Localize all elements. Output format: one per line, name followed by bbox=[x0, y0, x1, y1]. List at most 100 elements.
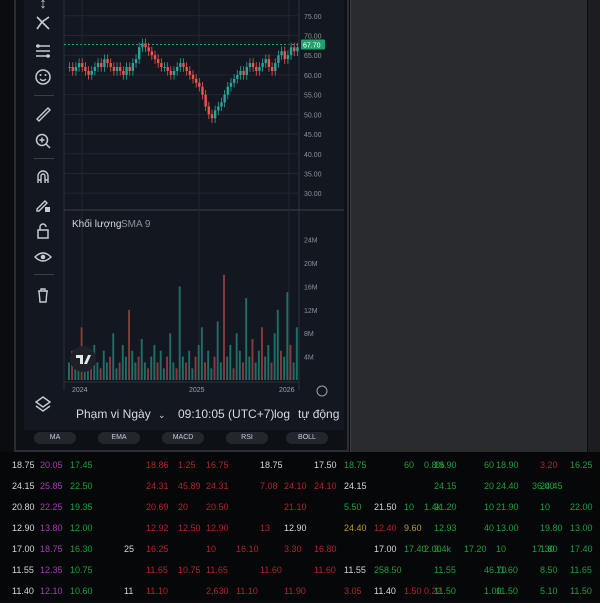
volume-bar bbox=[238, 350, 241, 380]
table-cell: 24.10 bbox=[314, 481, 337, 491]
table-row[interactable]: 17.00 18.75 16.30 25 16.25 10 16.10 3.30 16.80 17… bbox=[0, 539, 600, 561]
volume-bar bbox=[153, 344, 156, 380]
table-cell: 11.55 bbox=[434, 565, 456, 575]
indicator-chip-boll[interactable]: BOLL bbox=[286, 432, 328, 444]
volume-bar bbox=[181, 356, 184, 380]
clock-time: 09:10:05 (UTC+7) bbox=[178, 407, 275, 421]
layers-icon[interactable] bbox=[32, 393, 54, 415]
candle-body bbox=[191, 74, 195, 79]
volume-bar bbox=[169, 333, 172, 380]
table-cell: 18.90 bbox=[434, 460, 457, 470]
pencil-lock-icon[interactable] bbox=[32, 194, 54, 216]
ruler-icon[interactable] bbox=[32, 103, 54, 125]
candle-body bbox=[144, 43, 147, 48]
candle-body bbox=[169, 70, 173, 75]
candle-body bbox=[283, 51, 286, 60]
magnet-icon[interactable] bbox=[32, 166, 54, 188]
right-edge-strip bbox=[588, 0, 600, 452]
indicator-chip-ma[interactable]: MA bbox=[34, 432, 76, 444]
table-cell: 5.50 bbox=[344, 502, 362, 512]
candle-body bbox=[119, 67, 122, 71]
price-tick-label: 45.00 bbox=[304, 132, 322, 139]
volume-bar bbox=[197, 344, 200, 380]
candle-body bbox=[185, 67, 188, 71]
eye-icon[interactable] bbox=[32, 246, 54, 268]
table-cell: 10 bbox=[496, 544, 507, 554]
candle-body bbox=[236, 74, 239, 79]
table-row[interactable]: 11.55 12.35 10.75 11.65 10.75 11.65 11.60 11.60… bbox=[0, 560, 600, 582]
table-cell: 19.80 bbox=[540, 523, 563, 533]
table-cell: 24.10 bbox=[284, 481, 307, 491]
volume-bar bbox=[200, 327, 203, 380]
table-cell: 20.80 bbox=[12, 502, 35, 512]
price-tick-label: 75.00 bbox=[304, 14, 322, 21]
table-cell: 12.50 bbox=[178, 523, 201, 533]
price-board-table: 18.75 20.05 17.45 18.86 1.25 16.75 18.75 17.50 1… bbox=[0, 452, 600, 600]
price-tick-label: 55.00 bbox=[304, 93, 322, 100]
candle-body bbox=[207, 106, 211, 115]
table-cell: 24.45 bbox=[540, 481, 563, 491]
volume-bar bbox=[245, 298, 248, 380]
candle-body bbox=[100, 63, 103, 68]
table-cell: 11.65 bbox=[206, 565, 228, 575]
volume-bar bbox=[134, 362, 137, 380]
price-tick-label: 40.00 bbox=[304, 152, 322, 159]
table-cell: 24.40 bbox=[344, 523, 367, 533]
trash-icon[interactable] bbox=[32, 284, 54, 306]
trend-line-icon[interactable] bbox=[32, 12, 54, 34]
fib-icon[interactable] bbox=[32, 40, 54, 62]
time-tick-label: 2024 bbox=[72, 387, 88, 394]
table-cell: 17.00 bbox=[374, 544, 397, 554]
candle-body bbox=[198, 82, 201, 87]
indicator-chip-ema[interactable]: EMA bbox=[98, 432, 140, 444]
candle-body bbox=[131, 63, 135, 71]
table-row[interactable]: 12.90 13.80 12.00 12.92 12.50 12.90 13 12.90 24.… bbox=[0, 518, 600, 540]
table-cell: 21.10 bbox=[284, 502, 307, 512]
table-row[interactable]: 24.15 25.85 22.50 24.31 45.89 24.31 7.08 24.10 2… bbox=[0, 476, 600, 498]
volume-bar bbox=[150, 356, 153, 380]
table-cell: 11.10 bbox=[236, 586, 258, 596]
volume-bar bbox=[124, 356, 127, 380]
table-cell: 10 bbox=[206, 544, 217, 554]
table-row[interactable]: 20.80 22.25 19.35 20.69 20 20.50 21.10 5.50 21.5… bbox=[0, 497, 600, 519]
indicator-chip-rsi[interactable]: RSI bbox=[226, 432, 268, 444]
candle-body bbox=[175, 67, 179, 71]
volume-bar bbox=[251, 339, 254, 380]
table-cell: 12.10 bbox=[40, 586, 63, 596]
volume-bar bbox=[188, 350, 191, 380]
candle-body bbox=[220, 102, 223, 107]
indicator-chip-macd[interactable]: MACD bbox=[162, 432, 204, 444]
table-cell: 16.25 bbox=[146, 544, 169, 554]
table-cell: 16.10 bbox=[236, 544, 259, 554]
volume-sma-label: SMA 9 bbox=[121, 219, 151, 230]
table-cell: 17.20 bbox=[464, 544, 487, 554]
candle-body bbox=[194, 78, 198, 83]
table-cell: 12.90 bbox=[206, 523, 229, 533]
zoom-in-icon[interactable] bbox=[32, 130, 54, 152]
scroll-to-end-icon bbox=[316, 385, 328, 397]
candle-body bbox=[96, 63, 100, 68]
table-cell: 12.35 bbox=[40, 565, 63, 575]
candle-body bbox=[270, 67, 274, 71]
volume-bar bbox=[112, 333, 115, 380]
candle-body bbox=[122, 70, 125, 75]
table-cell: 11.40 bbox=[374, 586, 396, 596]
price-tick-label: 35.00 bbox=[304, 171, 322, 178]
table-cell: 18.86 bbox=[146, 460, 169, 470]
emoji-icon[interactable] bbox=[32, 66, 54, 88]
table-cell: 11.55 bbox=[12, 565, 34, 575]
candle-body bbox=[239, 70, 242, 75]
candle-body bbox=[277, 55, 280, 64]
table-cell: 9.60 bbox=[404, 523, 422, 533]
auto-scale-toggle[interactable]: tự động bbox=[298, 407, 339, 421]
candle-body bbox=[77, 63, 81, 68]
table-row[interactable]: 18.75 20.05 17.45 18.86 1.25 16.75 18.75 17.50 1… bbox=[0, 455, 600, 477]
candle-body bbox=[115, 67, 119, 71]
table-cell: 11.60 bbox=[260, 565, 282, 575]
volume-bar bbox=[270, 362, 273, 380]
lock-icon[interactable] bbox=[32, 220, 54, 242]
date-range-selector[interactable]: Phạm vi Ngày ⌄ bbox=[76, 407, 166, 421]
candle-body bbox=[255, 67, 258, 71]
log-toggle[interactable]: log bbox=[274, 407, 290, 421]
candle-body bbox=[267, 59, 271, 68]
